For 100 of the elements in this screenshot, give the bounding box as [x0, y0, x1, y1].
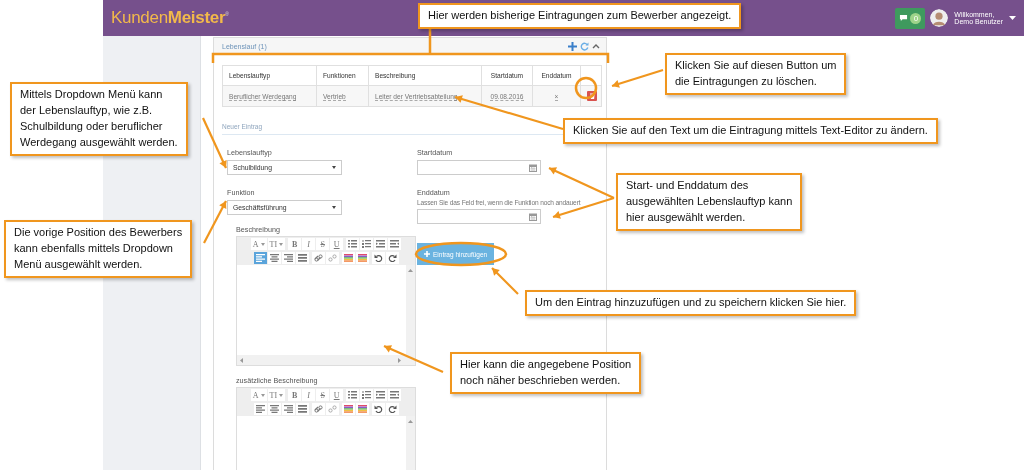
strikethrough-button[interactable]: S	[316, 389, 330, 401]
undo-button[interactable]	[371, 252, 385, 264]
indent-button[interactable]	[388, 238, 402, 250]
font-button[interactable]: TI	[267, 389, 286, 401]
right-arrow-icon	[398, 357, 401, 363]
indent-icon	[390, 391, 400, 399]
callout: Start- und Enddatum des ausgewählten Lebenslauftyp kann hier ausgewählt werden.	[616, 173, 803, 231]
logo: KundenMeister$^{®}$	[111, 8, 229, 28]
redo-icon	[387, 405, 397, 413]
text-color-icon	[343, 254, 353, 262]
speech-bubble-icon	[899, 14, 909, 22]
plus-icon[interactable]	[568, 41, 577, 51]
bullet-list-button[interactable]	[346, 238, 360, 250]
justify-button[interactable]	[295, 252, 309, 264]
font-button[interactable]: TI	[267, 238, 286, 250]
undo-button[interactable]	[371, 403, 385, 415]
link-button[interactable]	[311, 252, 325, 264]
date-field[interactable]	[417, 209, 541, 224]
link-icon	[313, 254, 323, 262]
arrow	[611, 68, 664, 88]
message-count: 0	[910, 12, 922, 24]
justify-icon	[297, 405, 307, 413]
undo-icon	[373, 254, 383, 262]
bullet-list-icon	[348, 240, 358, 248]
number-list-button[interactable]	[360, 238, 374, 250]
align-right-button[interactable]	[281, 403, 295, 415]
callout: Hier werden bisherige Eintragungen zum Bewerber angezeigt.	[418, 3, 742, 29]
up-arrow-icon	[408, 269, 413, 272]
unlink-icon	[327, 254, 337, 262]
caret-icon	[332, 166, 336, 169]
callout: Die vorige Position des Bewerbers kann ebenfalls mittels Dropdown Menü ausgewählt werden.	[4, 220, 193, 278]
font-button[interactable]: A	[250, 238, 267, 250]
align-left-button[interactable]	[253, 403, 267, 415]
arrow	[491, 267, 519, 295]
number-list-icon	[362, 391, 372, 399]
scrollbar[interactable]	[406, 416, 415, 470]
link-button[interactable]	[311, 403, 325, 415]
avatar-icon	[930, 9, 949, 27]
align-left-icon	[255, 254, 265, 262]
redo-icon	[387, 254, 397, 262]
underline-button[interactable]: U	[330, 238, 344, 250]
italic-button[interactable]: I	[302, 238, 316, 250]
indent-button[interactable]	[388, 389, 402, 401]
number-list-button[interactable]	[360, 389, 374, 401]
justify-button[interactable]	[295, 403, 309, 415]
font-button[interactable]: A	[250, 389, 267, 401]
background-color-icon	[357, 405, 367, 413]
align-center-icon	[269, 405, 279, 413]
text-color-button[interactable]	[341, 403, 355, 415]
outdent-icon	[376, 240, 386, 248]
text-color-icon	[343, 405, 353, 413]
indent-icon	[390, 240, 400, 248]
italic-button[interactable]: I	[302, 389, 316, 401]
left-arrow-icon	[240, 357, 243, 363]
align-left-icon	[255, 405, 265, 413]
highlight-ring	[574, 76, 598, 100]
callout: Klicken Sie auf den Text um die Eintragung mittels Text-Editor zu ändern.	[563, 118, 938, 144]
trash-icon	[589, 93, 595, 99]
caret-icon	[260, 242, 265, 246]
arrow	[552, 196, 615, 219]
strikethrough-button[interactable]: S	[316, 238, 330, 250]
caret-icon	[332, 206, 336, 209]
link-icon	[313, 405, 323, 413]
callout: Klicken Sie auf diesen Button um die Eintragungen zu löschen.	[665, 53, 847, 95]
date-field[interactable]	[417, 160, 541, 175]
scrollbar[interactable]	[237, 355, 415, 365]
callout: Mittels Dropdown Menü kann der Lebenslauftyp, wie z.B. Schulbildung oder beruflicher Werdegang ausgewählt werden.	[10, 82, 188, 156]
caret-icon	[1009, 16, 1016, 20]
undo-icon	[373, 405, 383, 413]
arrow	[203, 200, 227, 244]
calendar-icon	[529, 212, 537, 221]
caret-icon	[279, 242, 284, 246]
unlink-icon	[327, 405, 337, 413]
outdent-button[interactable]	[374, 389, 388, 401]
scrollbar[interactable]	[406, 265, 415, 355]
align-center-button[interactable]	[267, 252, 281, 264]
arrow	[548, 167, 615, 199]
underline-button[interactable]: U	[330, 389, 344, 401]
collapse-icon[interactable]	[592, 43, 600, 49]
justify-icon	[297, 254, 307, 262]
align-right-icon	[283, 405, 293, 413]
background-color-icon	[357, 254, 367, 262]
text-color-button[interactable]	[341, 252, 355, 264]
bullet-list-button[interactable]	[346, 389, 360, 401]
bold-button[interactable]: B	[288, 389, 302, 401]
align-center-icon	[269, 254, 279, 262]
up-arrow-icon	[408, 420, 413, 423]
redo-button[interactable]	[385, 403, 399, 415]
caret-icon	[260, 393, 265, 397]
outdent-button[interactable]	[374, 238, 388, 250]
bullet-list-icon	[348, 391, 358, 399]
delete-button[interactable]	[587, 91, 597, 101]
align-center-button[interactable]	[267, 403, 281, 415]
plus-icon	[424, 251, 430, 257]
redo-button[interactable]	[385, 252, 399, 264]
number-list-icon	[362, 240, 372, 248]
align-right-button[interactable]	[281, 252, 295, 264]
bold-button[interactable]: B	[288, 238, 302, 250]
align-left-button[interactable]	[253, 252, 267, 264]
outdent-icon	[376, 391, 386, 399]
